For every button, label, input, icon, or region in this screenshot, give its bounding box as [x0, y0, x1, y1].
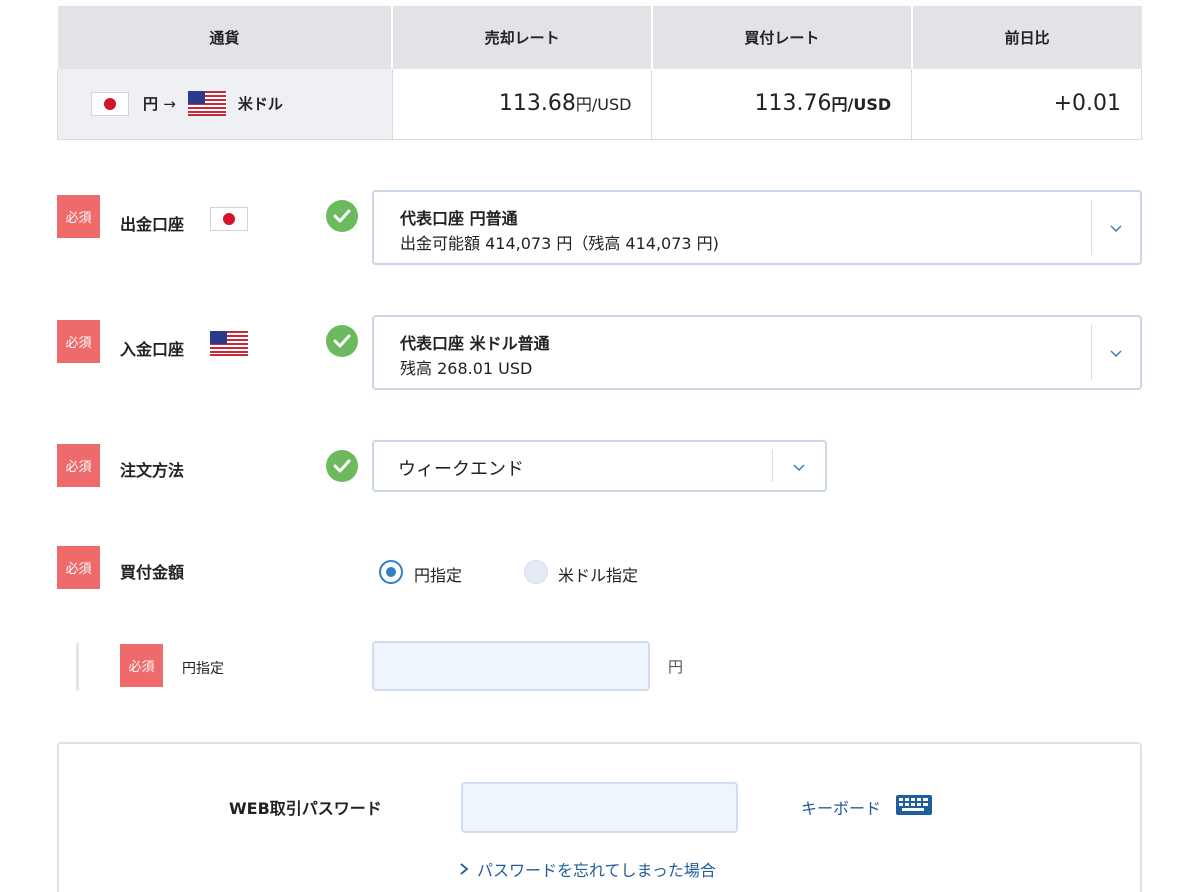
password-label: WEB取引パスワード — [229, 799, 382, 818]
required-badge: 必須 — [120, 644, 163, 687]
deposit-account-select[interactable]: 代表口座 米ドル普通 残高 268.01 USD — [372, 315, 1142, 390]
yen-unit: 円 — [668, 658, 684, 676]
withdraw-account-select[interactable]: 代表口座 円普通 出金可能額 414,073 円（残高 414,073 円) — [372, 190, 1142, 265]
chevron-right-icon — [460, 863, 469, 875]
required-badge: 必須 — [57, 320, 100, 363]
change-value: +0.01 — [1053, 91, 1121, 117]
check-icon — [326, 325, 358, 357]
buy-rate-value: 113.76 — [754, 91, 832, 117]
radio-usd[interactable] — [524, 560, 548, 584]
keyboard-link[interactable]: キーボード — [801, 795, 881, 819]
us-flag-icon — [187, 91, 226, 117]
forgot-password-link[interactable]: パスワードを忘れてしまった場合 — [459, 857, 716, 881]
radio-yen[interactable] — [379, 560, 403, 584]
select-divider — [1091, 200, 1092, 255]
check-icon — [326, 450, 358, 482]
keyboard-link-label[interactable]: キーボード — [801, 799, 881, 818]
us-flag-icon — [210, 331, 248, 356]
header-sell-rate: 売却レート — [392, 6, 653, 69]
deposit-account-detail: 残高 268.01 USD — [400, 359, 533, 378]
forgot-password-label[interactable]: パスワードを忘れてしまった場合 — [477, 857, 716, 881]
chevron-down-icon[interactable] — [793, 461, 805, 473]
rate-table-header-row: 通貨 売却レート 買付レート 前日比 — [57, 6, 1142, 69]
header-buy-rate: 買付レート — [651, 6, 913, 69]
chevron-down-icon[interactable] — [1110, 222, 1122, 234]
buy-amount-label: 買付金額 — [120, 563, 185, 582]
required-badge: 必須 — [57, 546, 100, 589]
required-badge: 必須 — [57, 195, 100, 238]
to-currency: 米ドル — [237, 95, 283, 114]
arrow-icon: → — [163, 95, 176, 114]
buy-rate-cell: 113.76円/USD — [651, 69, 913, 140]
yen-amount-label: 円指定 — [182, 661, 224, 677]
currency-pair-cell: 円 → 米ドル — [57, 69, 393, 140]
password-input[interactable] — [461, 782, 738, 833]
withdraw-account-label: 出金口座 — [120, 215, 185, 234]
deposit-account-title: 代表口座 米ドル普通 — [400, 334, 550, 353]
order-method-label: 注文方法 — [120, 461, 185, 480]
sell-rate-unit: 円/USD — [575, 95, 632, 115]
withdraw-account-detail: 出金可能額 414,073 円（残高 414,073 円) — [400, 234, 719, 253]
deposit-account-label: 入金口座 — [120, 340, 185, 359]
order-method-select[interactable]: ウィークエンド — [372, 440, 827, 492]
radio-usd-label[interactable]: 米ドル指定 — [558, 562, 638, 586]
change-cell: +0.01 — [911, 69, 1142, 140]
radio-yen-label[interactable]: 円指定 — [414, 562, 462, 586]
from-currency: 円 → — [143, 95, 176, 114]
sell-rate-cell: 113.68円/USD — [392, 69, 653, 140]
check-icon — [326, 200, 358, 232]
header-currency: 通貨 — [57, 6, 394, 69]
select-divider — [1091, 325, 1092, 380]
japan-flag-icon — [91, 91, 129, 116]
select-divider — [772, 450, 773, 482]
chevron-down-icon[interactable] — [1110, 347, 1122, 359]
header-change: 前日比 — [911, 6, 1142, 69]
sell-rate-value: 113.68 — [498, 91, 576, 117]
withdraw-account-title: 代表口座 円普通 — [400, 209, 518, 228]
yen-amount-input[interactable] — [372, 641, 650, 691]
japan-flag-icon — [210, 207, 248, 231]
keyboard-icon[interactable] — [895, 794, 933, 816]
buy-rate-unit: 円/USD — [831, 95, 892, 115]
order-method-value: ウィークエンド — [398, 459, 524, 480]
rate-table-row: 円 → 米ドル 113.68円/USD 113.76円/USD +0.01 — [57, 69, 1142, 140]
rate-table: 通貨 売却レート 買付レート 前日比 円 → 米ドル 113.68円/USD 1… — [57, 6, 1142, 140]
indent-line — [76, 643, 79, 691]
required-badge: 必須 — [57, 444, 100, 487]
